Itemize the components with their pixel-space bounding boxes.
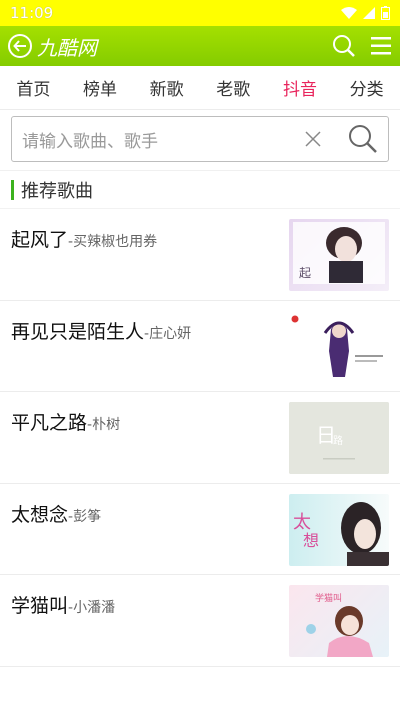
search-icon xyxy=(349,125,377,153)
status-icons xyxy=(341,6,390,20)
category-tabs: 首页 榜单 新歌 老歌 抖音 分类 xyxy=(0,66,400,110)
svg-text:太: 太 xyxy=(293,512,311,533)
song-artist: -庄心妍 xyxy=(144,325,192,342)
close-icon xyxy=(305,131,321,147)
app-title: 九酷网 xyxy=(37,35,97,60)
signal-icon xyxy=(363,7,375,19)
song-info: 学猫叫-小潘潘 xyxy=(11,585,115,618)
song-info: 平凡之路-朴树 xyxy=(11,402,120,435)
svg-text:学猫叫: 学猫叫 xyxy=(315,592,342,604)
clear-button[interactable] xyxy=(298,130,328,148)
song-info: 再见只是陌生人-庄心妍 xyxy=(11,311,191,344)
song-artist: -朴树 xyxy=(87,417,121,433)
app-bar: 九酷网 xyxy=(0,26,400,66)
wifi-icon xyxy=(341,7,357,19)
tab-categories[interactable]: 分类 xyxy=(346,75,388,100)
tab-douyin[interactable]: 抖音 xyxy=(279,75,321,100)
tab-charts[interactable]: 榜单 xyxy=(79,75,121,100)
menu-button[interactable] xyxy=(370,36,392,56)
album-cover: 日路 xyxy=(289,402,389,474)
song-item[interactable]: 再见只是陌生人-庄心妍 xyxy=(0,301,400,392)
song-info: 起风了-买辣椒也用券 xyxy=(11,219,157,252)
song-item[interactable]: 起风了-买辣椒也用券 起 xyxy=(0,209,400,301)
section-accent-bar xyxy=(11,179,14,200)
song-title: 学猫叫 xyxy=(11,595,69,617)
song-title: 起风了 xyxy=(11,229,69,251)
svg-text:路: 路 xyxy=(333,434,343,447)
svg-text:起: 起 xyxy=(299,266,311,280)
album-cover xyxy=(289,310,389,383)
battery-icon xyxy=(381,6,390,20)
album-cover: 起 xyxy=(289,219,389,291)
tab-home[interactable]: 首页 xyxy=(12,75,54,100)
search-icon xyxy=(333,35,355,57)
section-title: 推荐歌曲 xyxy=(21,180,93,202)
svg-text:想: 想 xyxy=(303,531,319,550)
back-arrow-icon xyxy=(13,40,26,52)
section-header: 推荐歌曲 xyxy=(0,171,400,209)
search-button[interactable] xyxy=(332,34,356,58)
song-title: 再见只是陌生人 xyxy=(11,320,145,343)
search-input[interactable]: 请输入歌曲、歌手 xyxy=(22,127,298,152)
song-item[interactable]: 学猫叫-小潘潘 学猫叫 xyxy=(0,575,400,667)
back-button[interactable] xyxy=(8,34,32,58)
status-bar: 11:09 xyxy=(0,0,400,26)
song-info: 太想念-彭筝 xyxy=(11,494,101,527)
tab-old-songs[interactable]: 老歌 xyxy=(212,75,254,100)
song-title: 平凡之路 xyxy=(11,412,88,434)
search-box: 请输入歌曲、歌手 xyxy=(11,116,389,162)
song-item[interactable]: 平凡之路-朴树 日路 xyxy=(0,392,400,484)
album-cover: 太想 xyxy=(289,493,389,566)
status-time: 11:09 xyxy=(10,4,54,22)
album-cover: 学猫叫 xyxy=(289,585,389,657)
song-item[interactable]: 太想念-彭筝 太想 xyxy=(0,484,400,575)
search-submit-button[interactable] xyxy=(348,124,378,154)
song-artist: -彭筝 xyxy=(68,508,102,525)
search-area: 请输入歌曲、歌手 xyxy=(0,110,400,171)
song-artist: -买辣椒也用券 xyxy=(68,234,158,250)
menu-icon xyxy=(371,37,391,55)
song-title: 太想念 xyxy=(11,503,69,526)
tab-new-songs[interactable]: 新歌 xyxy=(146,75,188,100)
song-artist: -小潘潘 xyxy=(68,600,116,616)
